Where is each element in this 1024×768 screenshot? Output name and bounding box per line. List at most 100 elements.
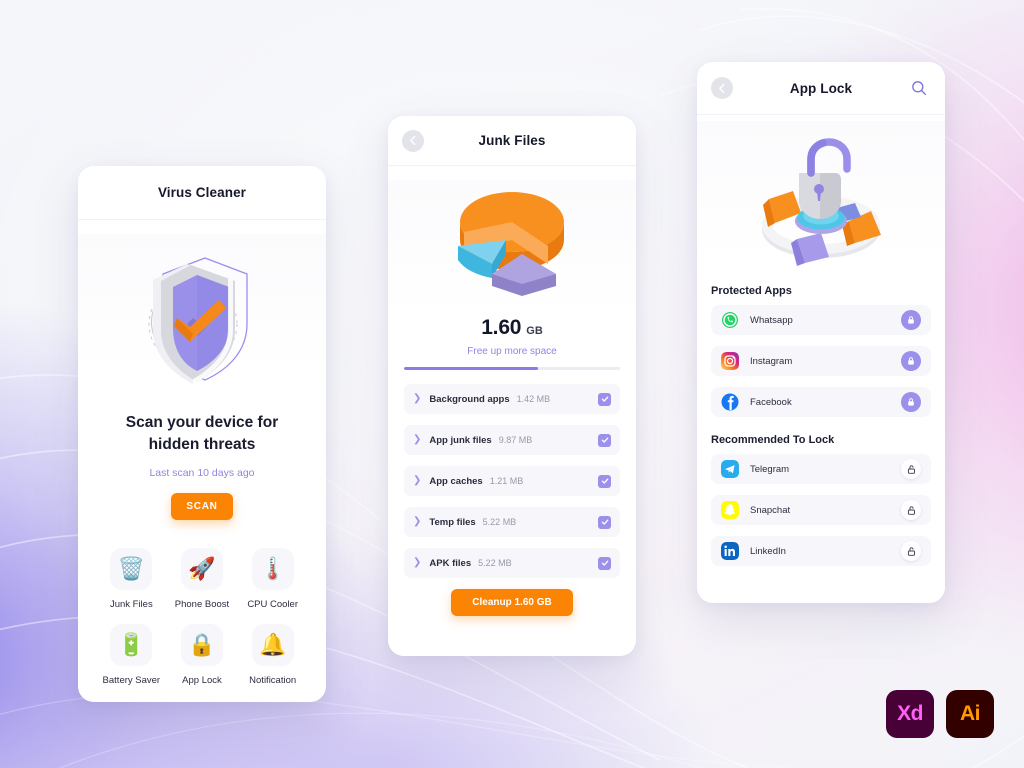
last-scan-text: Last scan 10 days ago <box>149 467 255 479</box>
shield-illustration-wrap <box>78 234 326 402</box>
open-padlock-illustration <box>762 138 881 266</box>
trash-can-icon: 🗑️ <box>110 548 153 590</box>
app-lock-header: App Lock <box>697 62 945 115</box>
tile-app-lock[interactable]: 🔒 App Lock <box>167 624 238 686</box>
tile-notification[interactable]: 🔔 Notification <box>237 624 308 686</box>
protected-apps-list: Whatsapp Instagram Facebook <box>697 297 945 417</box>
virus-cleaner-body: Scan your device for hidden threats Last… <box>78 234 326 702</box>
total-junk-size: 1.60 GB <box>388 316 636 340</box>
page-headline: Scan your device for hidden threats <box>78 412 326 456</box>
junk-size: 5.22 MB <box>482 517 517 527</box>
junk-row-temp-files[interactable]: ❯ Temp files 5.22 MB <box>404 507 620 537</box>
junk-size: 9.87 MB <box>498 435 533 445</box>
tile-label: App Lock <box>182 675 222 686</box>
adobe-app-badges: Xd Ai <box>886 690 994 738</box>
checkbox-checked[interactable] <box>598 433 611 447</box>
chevron-right-icon: ❯ <box>413 557 422 568</box>
app-row-snapchat[interactable]: Snapchat <box>711 495 931 525</box>
lock-toggle-locked[interactable] <box>901 392 921 412</box>
padlock-closed-icon <box>908 316 914 324</box>
app-name: Telegram <box>750 463 790 475</box>
app-row-instagram[interactable]: Instagram <box>711 346 931 376</box>
lock-toggle-unlocked[interactable] <box>901 541 921 561</box>
telegram-icon <box>721 460 739 478</box>
snapchat-icon <box>721 501 739 519</box>
tile-label: CPU Cooler <box>247 599 298 610</box>
search-icon[interactable] <box>909 78 929 98</box>
tile-junk-files[interactable]: 🗑️ Junk Files <box>96 548 167 610</box>
headline-line-1: Scan your device for <box>125 414 279 431</box>
linkedin-icon <box>721 542 739 560</box>
padlock-closed-icon <box>908 357 914 365</box>
chevron-right-icon: ❯ <box>413 393 422 404</box>
free-up-link[interactable]: Free up more space <box>388 346 636 357</box>
page-title: Virus Cleaner <box>157 185 247 200</box>
search-glyph <box>912 81 927 96</box>
tile-battery-saver[interactable]: 🔋 Battery Saver <box>96 624 167 686</box>
junk-pie-chart-wrap <box>388 180 636 300</box>
tile-phone-boost[interactable]: 🚀 Phone Boost <box>167 548 238 610</box>
back-arrow-glyph <box>718 83 724 93</box>
junk-name: APK files <box>429 557 472 569</box>
app-row-linkedin[interactable]: LinkedIn <box>711 536 931 566</box>
junk-size-pie-chart <box>458 192 564 296</box>
lock-toggle-unlocked[interactable] <box>901 459 921 479</box>
junk-name: App caches <box>429 475 483 487</box>
app-row-telegram[interactable]: Telegram <box>711 454 931 484</box>
junk-row-background-apps[interactable]: ❯ Background apps 1.42 MB <box>404 384 620 414</box>
lock-illustration-wrap <box>697 121 945 279</box>
chevron-right-icon: ❯ <box>413 475 422 486</box>
app-name: Whatsapp <box>750 314 793 326</box>
check-icon <box>601 478 608 484</box>
junk-files-screen: Junk Files 1.60 GB Free up more space ❯ … <box>388 116 636 656</box>
app-lock-body: Protected Apps Whatsapp Instagram Facebo… <box>697 121 945 603</box>
check-icon <box>601 560 608 566</box>
checkbox-checked[interactable] <box>598 556 611 570</box>
cleanup-button[interactable]: Cleanup 1.60 GB <box>451 589 573 616</box>
app-name: Snapchat <box>750 504 791 516</box>
size-value: 1.60 <box>481 316 522 339</box>
virus-cleaner-header: Virus Cleaner <box>78 166 326 220</box>
checkbox-checked[interactable] <box>598 474 611 488</box>
padlock-open-icon <box>907 464 915 474</box>
scan-button[interactable]: SCAN <box>171 493 233 520</box>
shield-check-illustration <box>148 257 248 384</box>
lock-toggle-locked[interactable] <box>901 351 921 371</box>
size-unit: GB <box>526 325 543 337</box>
junk-row-app-junk-files[interactable]: ❯ App junk files 9.87 MB <box>404 425 620 455</box>
app-row-facebook[interactable]: Facebook <box>711 387 931 417</box>
app-lock-screen: App Lock Protected Apps Whatsapp Instagr… <box>697 62 945 603</box>
facebook-icon <box>721 393 739 411</box>
check-icon <box>601 396 608 402</box>
recommended-apps-list: Telegram Snapchat LinkedIn <box>697 446 945 566</box>
padlock-open-icon <box>907 546 915 556</box>
rocket-icon: 🚀 <box>180 548 223 590</box>
screenshot-canvas: Virus Cleaner Scan your device for hidde… <box>0 0 1024 768</box>
feature-tile-grid: 🗑️ Junk Files 🚀 Phone Boost 🌡️ CPU Coole… <box>78 520 326 686</box>
lock-toggle-locked[interactable] <box>901 310 921 330</box>
tile-label: Notification <box>249 675 297 686</box>
checkbox-checked[interactable] <box>598 515 611 529</box>
app-row-whatsapp[interactable]: Whatsapp <box>711 305 931 335</box>
junk-files-header: Junk Files <box>388 116 636 166</box>
lock-toggle-unlocked[interactable] <box>901 500 921 520</box>
virus-cleaner-screen: Virus Cleaner Scan your device for hidde… <box>78 166 326 702</box>
padlock-open-icon <box>907 505 915 515</box>
chevron-right-icon: ❯ <box>413 434 422 445</box>
page-title: App Lock <box>789 80 853 96</box>
app-name: Instagram <box>750 355 793 367</box>
junk-row-app-caches[interactable]: ❯ App caches 1.21 MB <box>404 466 620 496</box>
junk-row-apk-files[interactable]: ❯ APK files 5.22 MB <box>404 548 620 578</box>
padlock-icon: 🔒 <box>180 624 223 666</box>
junk-name: Temp files <box>429 516 476 528</box>
tile-label: Phone Boost <box>174 599 230 610</box>
checkbox-checked[interactable] <box>598 392 611 406</box>
headline-line-2: hidden threats <box>148 436 256 453</box>
junk-name: Background apps <box>429 393 510 405</box>
back-arrow-icon[interactable] <box>402 129 424 152</box>
junk-size: 1.42 MB <box>516 394 551 404</box>
back-arrow-icon[interactable] <box>711 77 733 99</box>
back-arrow-glyph <box>409 135 415 146</box>
app-name: LinkedIn <box>750 545 786 557</box>
tile-cpu-cooler[interactable]: 🌡️ CPU Cooler <box>237 548 308 610</box>
